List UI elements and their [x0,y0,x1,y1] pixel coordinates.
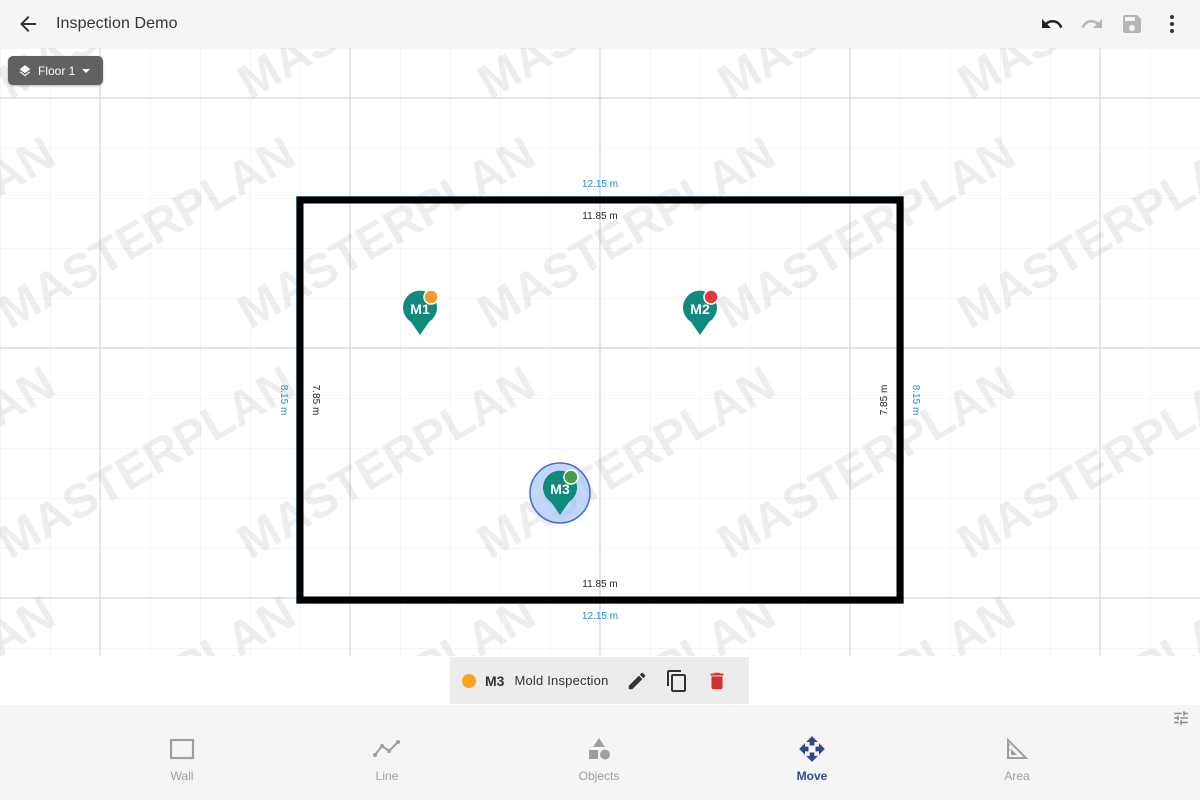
floor-plan-svg: MASTERPLANMASTERPLANMASTERPLANMASTERPLAN… [0,48,1200,656]
shapes-icon [589,738,610,760]
nav-move[interactable]: Move [752,733,872,793]
page-title: Inspection Demo [56,15,178,32]
selected-code: M3 [485,672,505,689]
status-dot [563,469,579,485]
dimension-inner-right: 7.85 m [879,385,890,416]
redo-icon [1081,19,1102,28]
pencil-icon [628,672,645,689]
more-vertical-icon [1170,15,1174,33]
marker-m3[interactable]: M3 [529,462,591,524]
trash-icon [710,672,723,689]
rectangle-icon [169,738,195,760]
layers-icon [19,64,31,76]
undo-button[interactable] [1032,0,1072,48]
nav-label: Objects [578,769,620,783]
selected-object-toolbar: M3 Mold Inspection [450,657,749,704]
area-ruler-icon [1007,737,1029,759]
status-dot [703,289,719,305]
duplicate-button[interactable] [657,661,697,701]
more-options-button[interactable] [1152,0,1192,48]
app-root: Inspection Demo MASTERPLAN MASTERPLAN MA… [0,0,1200,800]
redo-button[interactable] [1072,0,1112,48]
nav-label: Area [1004,769,1030,783]
floor-selector[interactable]: Floor 1 [8,56,104,85]
floor-label: Floor 1 [38,63,76,78]
back-button[interactable] [0,0,56,48]
bottom-toolbar: Wall Line Objects Move Area [0,705,1200,800]
delete-button[interactable] [697,661,737,701]
chevron-down-icon [82,68,91,73]
selected-name: Mold Inspection [514,673,609,688]
dimension-outer-top: 12.15 m [582,179,618,190]
save-icon [1123,15,1141,33]
app-bar: Inspection Demo [0,0,1200,48]
nav-objects[interactable]: Objects [539,733,659,793]
tune-icon [1174,711,1188,725]
dimension-outer-bottom: 12.15 m [582,611,618,622]
move-arrows-icon [799,736,825,762]
dimension-inner-bottom: 11.85 m [582,579,617,590]
nav-label: Move [796,769,828,783]
floor-plan-canvas[interactable]: MASTERPLAN MASTERPLAN MASTERPLAN MASTERPLAN… [0,48,1200,656]
dimension-inner-top: 11.85 m [582,211,617,222]
undo-icon [1042,19,1063,28]
save-button[interactable] [1112,0,1152,48]
nav-label: Wall [170,769,194,783]
nav-label: Line [375,769,399,783]
tool-settings-button[interactable] [1172,709,1190,732]
status-indicator [462,673,476,688]
dimension-outer-left: 8.15 m [278,385,289,416]
status-dot [423,289,439,305]
dimension-outer-right: 8.15 m [910,385,921,416]
app-bar-actions [1032,0,1192,48]
nav-wall[interactable]: Wall [122,733,242,793]
polyline-icon [373,740,400,757]
nav-area[interactable]: Area [957,733,1077,793]
copy-icon [666,669,686,692]
edit-button[interactable] [617,661,657,701]
dimension-inner-left: 7.85 m [310,385,321,416]
nav-line[interactable]: Line [327,733,447,793]
arrow-left-icon [20,16,36,32]
